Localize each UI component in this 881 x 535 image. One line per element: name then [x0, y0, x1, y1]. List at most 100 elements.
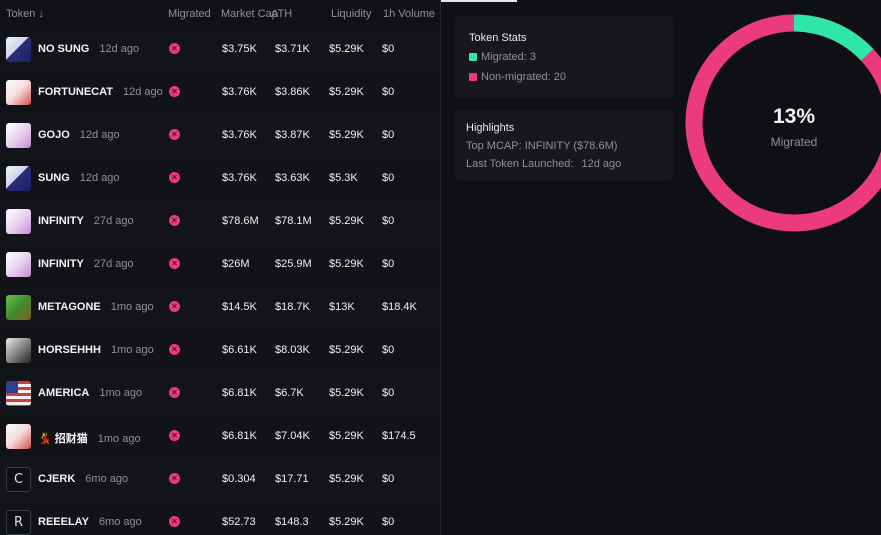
token-age: 1mo ago [110, 344, 154, 356]
non-migrated-label: Non-migrated: [481, 71, 551, 83]
last-launch-value: 12d ago [581, 158, 622, 170]
table-row[interactable]: 💃 招财猫 1mo ago ✕ $6.81K $7.04K $5.29K $174.5 [0, 415, 440, 459]
market-cap-value: $3.76K [222, 86, 257, 98]
donut-caption: Migrated [771, 135, 818, 149]
market-cap-value: $78.6M [222, 215, 259, 227]
token-name[interactable]: METAGONE 1mo ago [38, 301, 154, 313]
token-avatar [6, 381, 31, 406]
ath-value: $17.71 [275, 473, 309, 485]
token-age: 12d ago [79, 172, 120, 184]
non-migrated-swatch [469, 73, 477, 81]
token-age: 1mo ago [99, 387, 143, 399]
liquidity-value: $13K [329, 301, 355, 313]
token-name[interactable]: SUNG 12d ago [38, 172, 120, 184]
market-cap-value: $6.81K [222, 387, 257, 399]
liquidity-value: $5.29K [329, 129, 364, 141]
table-row[interactable]: R REEELAY 6mo ago ✕ $52.73 $148.3 $5.29K $0 [0, 501, 440, 535]
volume-value: $0 [382, 473, 395, 485]
column-liquidity[interactable]: Liquidity [331, 8, 371, 20]
liquidity-value: $5.29K [329, 430, 364, 442]
liquidity-value: $5.29K [329, 344, 364, 356]
column-token[interactable]: Token ↓ [6, 8, 44, 20]
table-row[interactable]: INFINITY 27d ago ✕ $78.6M $78.1M $5.29K $0 [0, 200, 440, 244]
token-age: 6mo ago [98, 516, 142, 528]
token-name-text: SUNG [38, 172, 70, 184]
ath-value: $6.7K [275, 387, 304, 399]
token-avatar [6, 424, 31, 449]
token-name[interactable]: GOJO 12d ago [38, 129, 120, 141]
token-name[interactable]: FORTUNECAT 12d ago [38, 86, 163, 98]
token-name[interactable]: REEELAY 6mo ago [38, 516, 142, 528]
ath-value: $148.3 [275, 516, 309, 528]
token-stats-title: Token Stats [469, 32, 527, 44]
token-avatar: R [6, 510, 31, 535]
token-avatar [6, 252, 31, 277]
column-migrated[interactable]: Migrated [168, 8, 211, 20]
table-row[interactable]: NO SUNG 12d ago ✕ $3.75K $3.71K $5.29K $0 [0, 28, 440, 72]
ath-value: $3.71K [275, 43, 310, 55]
not-migrated-icon: ✕ [169, 86, 180, 97]
highlights-title: Highlights [466, 122, 515, 134]
token-name-text: METAGONE [38, 301, 101, 313]
market-cap-value: $3.76K [222, 172, 257, 184]
ath-value: $18.7K [275, 301, 310, 313]
migration-donut-chart: 13% Migrated [685, 14, 881, 232]
volume-value: $18.4K [382, 301, 417, 313]
table-row[interactable]: INFINITY 27d ago ✕ $26M $25.9M $5.29K $0 [0, 243, 440, 287]
token-name-text: INFINITY [38, 258, 84, 270]
table-row[interactable]: FORTUNECAT 12d ago ✕ $3.76K $3.86K $5.29K $0 [0, 71, 440, 115]
token-age: 6mo ago [85, 473, 129, 485]
volume-value: $0 [382, 129, 395, 141]
token-name-text: INFINITY [38, 215, 84, 227]
ath-value: $78.1M [275, 215, 312, 227]
last-token-launched: Last Token Launched: 12d ago [466, 158, 621, 170]
table-row[interactable]: METAGONE 1mo ago ✕ $14.5K $18.7K $13K $18.4K [0, 286, 440, 330]
token-name[interactable]: HORSEHHH 1mo ago [38, 344, 154, 356]
donut-percent: 13% [773, 105, 815, 128]
token-name-text: 💃 招财猫 [38, 433, 88, 445]
not-migrated-icon: ✕ [169, 387, 180, 398]
avatar-letter: R [13, 515, 24, 530]
token-avatar [6, 80, 31, 105]
table-header: Token ↓ Migrated Market Cap ATH Liquidit… [0, 0, 440, 28]
arrow-down-icon: ↓ [38, 8, 44, 20]
token-name[interactable]: CJERK 6mo ago [38, 473, 128, 485]
token-name[interactable]: INFINITY 27d ago [38, 215, 134, 227]
volume-value: $0 [382, 344, 395, 356]
ath-value: $3.63K [275, 172, 310, 184]
liquidity-value: $5.29K [329, 215, 364, 227]
table-row[interactable]: GOJO 12d ago ✕ $3.76K $3.87K $5.29K $0 [0, 114, 440, 158]
table-row[interactable]: SUNG 12d ago ✕ $3.76K $3.63K $5.3K $0 [0, 157, 440, 201]
not-migrated-icon: ✕ [169, 215, 180, 226]
column-market-cap[interactable]: Market Cap [221, 8, 278, 20]
token-age: 12d ago [79, 129, 120, 141]
column-1h-volume[interactable]: 1h Volume [383, 8, 435, 20]
table-row[interactable]: HORSEHHH 1mo ago ✕ $6.61K $8.03K $5.29K $0 [0, 329, 440, 373]
ath-value: $3.86K [275, 86, 310, 98]
token-name[interactable]: INFINITY 27d ago [38, 258, 134, 270]
volume-value: $0 [382, 516, 395, 528]
market-cap-value: $3.76K [222, 129, 257, 141]
token-age: 12d ago [122, 86, 163, 98]
not-migrated-icon: ✕ [169, 344, 180, 355]
liquidity-value: $5.29K [329, 516, 364, 528]
token-name-text: CJERK [38, 473, 76, 485]
column-ath[interactable]: ATH [271, 8, 292, 20]
token-avatar [6, 209, 31, 234]
token-name-text: AMERICA [38, 387, 90, 399]
ath-value: $8.03K [275, 344, 310, 356]
token-name[interactable]: 💃 招财猫 1mo ago [38, 430, 141, 446]
market-cap-value: $3.75K [222, 43, 257, 55]
table-row[interactable]: AMERICA 1mo ago ✕ $6.81K $6.7K $5.29K $0 [0, 372, 440, 416]
token-name[interactable]: AMERICA 1mo ago [38, 387, 142, 399]
table-row[interactable]: C CJERK 6mo ago ✕ $0.304 $17.71 $5.29K $0 [0, 458, 440, 502]
token-avatar [6, 37, 31, 62]
token-avatar [6, 295, 31, 320]
token-name[interactable]: NO SUNG 12d ago [38, 43, 139, 55]
legend-migrated: Migrated: 3 [469, 51, 536, 63]
migrated-swatch [469, 53, 477, 61]
token-age: 27d ago [93, 258, 134, 270]
legend-non-migrated: Non-migrated: 20 [469, 71, 566, 83]
market-cap-value: $6.81K [222, 430, 257, 442]
liquidity-value: $5.29K [329, 387, 364, 399]
